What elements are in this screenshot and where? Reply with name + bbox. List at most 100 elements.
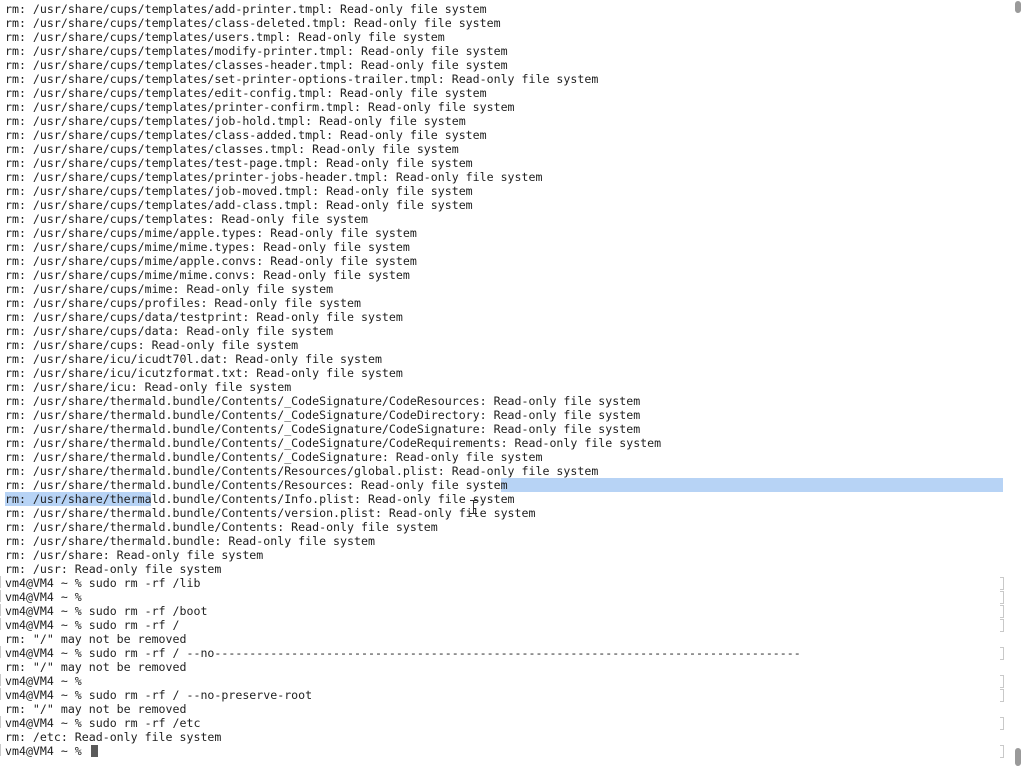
- output-line[interactable]: rm: /usr/share/cups/mime/apple.convs: Re…: [5, 254, 1005, 268]
- prompt-mark: [0, 590, 2, 602]
- prompt-mark-end: [1000, 619, 1004, 632]
- output-text: rm: /usr/share/icu: Read-only file syste…: [5, 380, 292, 394]
- output-line[interactable]: rm: /usr/share/thermald.bundle/Contents/…: [5, 492, 1005, 506]
- terminal-window[interactable]: rm: /usr/share/cups/templates/add-printe…: [0, 0, 1024, 768]
- output-line[interactable]: rm: /usr/share/thermald.bundle/Contents/…: [5, 506, 1005, 520]
- output-line[interactable]: rm: "/" may not be removed: [5, 632, 1005, 646]
- output-line[interactable]: rm: /usr/share/cups/templates/printer-jo…: [5, 170, 1005, 184]
- output-text: rm: /usr/share/cups/templates/class-dele…: [5, 16, 501, 30]
- output-line[interactable]: rm: /usr/share/cups/profiles: Read-only …: [5, 296, 1005, 310]
- output-line[interactable]: rm: /usr/share/cups/templates/add-printe…: [5, 2, 1005, 16]
- prompt-mark: [0, 604, 2, 616]
- output-text: rm: /usr/share/thermald.bundle/Contents/…: [5, 394, 641, 408]
- command-text: vm4@VM4 ~ % sudo rm -rf /boot: [5, 604, 208, 618]
- output-text: rm: /usr/share/cups/templates/printer-co…: [5, 100, 515, 114]
- prompt-line[interactable]: vm4@VM4 ~ %: [0, 590, 1005, 604]
- output-text: rm: /usr/share: Read-only file system: [5, 548, 264, 562]
- prompt-line[interactable]: vm4@VM4 ~ % sudo rm -rf /: [0, 618, 1005, 632]
- output-line[interactable]: rm: /usr/share/cups: Read-only file syst…: [5, 338, 1005, 352]
- output-text: rm: /usr/share/cups/templates/printer-jo…: [5, 170, 543, 184]
- output-text: rm: /usr/share/cups/templates/job-hold.t…: [5, 114, 466, 128]
- output-line[interactable]: rm: /usr/share/thermald.bundle/Contents/…: [5, 478, 1005, 492]
- output-text: rm: "/" may not be removed: [5, 702, 187, 716]
- output-line[interactable]: rm: /usr/share/thermald.bundle/Contents/…: [5, 408, 1005, 422]
- output-line[interactable]: rm: /usr/share/cups/templates/class-adde…: [5, 128, 1005, 142]
- output-text: rm: /usr/share/cups/templates/modify-pri…: [5, 44, 508, 58]
- terminal-output[interactable]: rm: /usr/share/cups/templates/add-printe…: [0, 2, 1005, 758]
- prompt-mark-end: [1000, 675, 1004, 688]
- output-line[interactable]: rm: /usr/share/thermald.bundle: Read-onl…: [5, 534, 1005, 548]
- output-text: rm: /usr/share/thermald.bundle/Contents/…: [5, 464, 599, 478]
- output-text: rm: /etc: Read-only file system: [5, 730, 222, 744]
- command-text: vm4@VM4 ~ % sudo rm -rf /etc: [5, 716, 201, 730]
- output-text: rm: /usr/share/thermald.bundle: Read-onl…: [5, 534, 375, 548]
- command-text: vm4@VM4 ~ %: [5, 744, 89, 758]
- output-line[interactable]: rm: /usr/share/cups/templates/job-hold.t…: [5, 114, 1005, 128]
- scrollbar-top-marker[interactable]: [1015, 1, 1021, 13]
- command-text: vm4@VM4 ~ %: [5, 590, 82, 604]
- output-line[interactable]: rm: /usr/share/thermald.bundle/Contents/…: [5, 450, 1005, 464]
- output-text: rm: /usr/share/cups/templates/edit-confi…: [5, 86, 487, 100]
- output-line[interactable]: rm: /usr/share/cups/templates: Read-only…: [5, 212, 1005, 226]
- output-line[interactable]: rm: /usr/share/cups/templates/class-dele…: [5, 16, 1005, 30]
- output-text: rm: /usr/share/cups/templates/set-printe…: [5, 72, 599, 86]
- output-line[interactable]: rm: /usr/share/thermald.bundle/Contents/…: [5, 394, 1005, 408]
- output-line[interactable]: rm: /usr/share/cups/templates/add-class.…: [5, 198, 1005, 212]
- command-text: vm4@VM4 ~ % sudo rm -rf / --no----------…: [5, 646, 801, 660]
- output-line[interactable]: rm: /usr/share/cups/templates/classes-he…: [5, 58, 1005, 72]
- output-line[interactable]: rm: /usr/share: Read-only file system: [5, 548, 1005, 562]
- output-line[interactable]: rm: /etc: Read-only file system: [5, 730, 1005, 744]
- scrollbar-thumb[interactable]: [1015, 748, 1021, 766]
- output-line[interactable]: rm: /usr/share/icu/icudt70l.dat: Read-on…: [5, 352, 1005, 366]
- output-line[interactable]: rm: /usr/share/cups/mime/mime.convs: Rea…: [5, 268, 1005, 282]
- output-line[interactable]: rm: /usr/share/thermald.bundle/Contents/…: [5, 422, 1005, 436]
- output-line[interactable]: rm: /usr/share/cups/mime/mime.types: Rea…: [5, 240, 1005, 254]
- prompt-mark: [0, 618, 2, 630]
- output-line[interactable]: rm: /usr/share/cups/templates/edit-confi…: [5, 86, 1005, 100]
- output-line[interactable]: rm: "/" may not be removed: [5, 660, 1005, 674]
- output-line[interactable]: rm: /usr/share/icu: Read-only file syste…: [5, 380, 1005, 394]
- output-text: rm: /usr/share/thermald.bundle/Contents:…: [5, 520, 438, 534]
- prompt-line[interactable]: vm4@VM4 ~ % sudo rm -rf /boot: [0, 604, 1005, 618]
- output-text: rm: /usr/share/cups/templates/class-adde…: [5, 128, 487, 142]
- output-text: rm: /usr/share/cups/templates/users.tmpl…: [5, 30, 445, 44]
- output-line[interactable]: rm: /usr/share/cups/data/testprint: Read…: [5, 310, 1005, 324]
- prompt-mark: [0, 674, 2, 686]
- output-text: rm: /usr/share/cups/mime/mime.types: Rea…: [5, 240, 410, 254]
- prompt-line[interactable]: vm4@VM4 ~ % sudo rm -rf / --no----------…: [0, 646, 1005, 660]
- prompt-line[interactable]: vm4@VM4 ~ % sudo rm -rf /etc: [0, 716, 1005, 730]
- output-line[interactable]: rm: /usr/share/cups/templates/classes.tm…: [5, 142, 1005, 156]
- output-line[interactable]: rm: /usr/share/cups/templates/set-printe…: [5, 72, 1005, 86]
- output-line[interactable]: rm: /usr/share/thermald.bundle/Contents/…: [5, 436, 1005, 450]
- prompt-line[interactable]: vm4@VM4 ~ %: [0, 744, 1005, 758]
- command-text: vm4@VM4 ~ % sudo rm -rf /: [5, 618, 180, 632]
- output-line[interactable]: rm: /usr/share/cups/mime/apple.types: Re…: [5, 226, 1005, 240]
- output-line[interactable]: rm: /usr/share/cups/mime: Read-only file…: [5, 282, 1005, 296]
- output-line[interactable]: rm: /usr/share/cups/templates/job-moved.…: [5, 184, 1005, 198]
- output-text: rm: /usr/share/thermald.bundle/Contents/…: [5, 492, 515, 506]
- command-text: vm4@VM4 ~ % sudo rm -rf /lib: [5, 576, 201, 590]
- output-text: rm: /usr/share/cups/templates/test-page.…: [5, 156, 473, 170]
- prompt-line[interactable]: vm4@VM4 ~ % sudo rm -rf /lib: [0, 576, 1005, 590]
- output-line[interactable]: rm: /usr/share/cups/data: Read-only file…: [5, 324, 1005, 338]
- output-line[interactable]: rm: /usr/share/cups/templates/test-page.…: [5, 156, 1005, 170]
- output-line[interactable]: rm: /usr/share/thermald.bundle/Contents:…: [5, 520, 1005, 534]
- output-line[interactable]: rm: /usr/share/icu/icutzformat.txt: Read…: [5, 366, 1005, 380]
- prompt-mark: [0, 716, 2, 728]
- output-line[interactable]: rm: /usr/share/thermald.bundle/Contents/…: [5, 464, 1005, 478]
- output-text: rm: /usr/share/cups/templates/classes.tm…: [5, 142, 459, 156]
- block-cursor: [90, 745, 98, 757]
- output-line[interactable]: rm: /usr/share/cups/templates/printer-co…: [5, 100, 1005, 114]
- scrollbar[interactable]: [1011, 0, 1023, 768]
- output-line[interactable]: rm: "/" may not be removed: [5, 702, 1005, 716]
- prompt-line[interactable]: vm4@VM4 ~ % sudo rm -rf / --no-preserve-…: [0, 688, 1005, 702]
- output-text: rm: /usr/share/cups: Read-only file syst…: [5, 338, 299, 352]
- prompt-line[interactable]: vm4@VM4 ~ %: [0, 674, 1005, 688]
- output-text: rm: /usr/share/thermald.bundle/Contents/…: [5, 478, 508, 492]
- output-line[interactable]: rm: /usr/share/cups/templates/users.tmpl…: [5, 30, 1005, 44]
- output-text: rm: /usr/share/thermald.bundle/Contents/…: [5, 450, 543, 464]
- output-line[interactable]: rm: /usr/share/cups/templates/modify-pri…: [5, 44, 1005, 58]
- prompt-mark-end: [1000, 591, 1004, 604]
- output-text: rm: /usr/share/thermald.bundle/Contents/…: [5, 408, 641, 422]
- output-line[interactable]: rm: /usr: Read-only file system: [5, 562, 1005, 576]
